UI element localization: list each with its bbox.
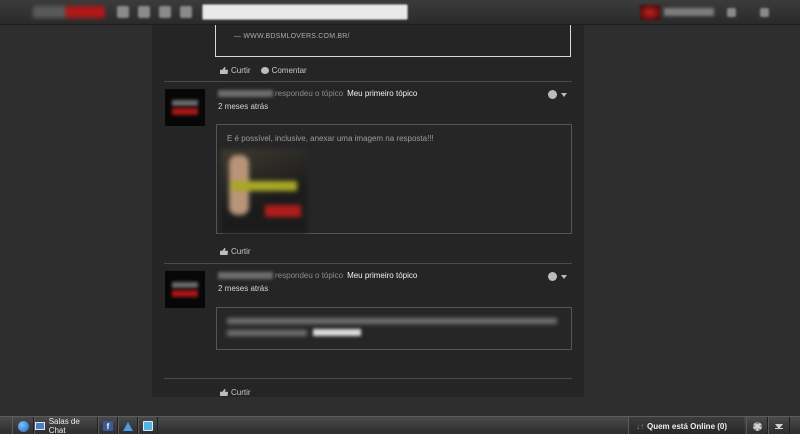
reply-tools xyxy=(548,90,567,99)
facebook-button[interactable]: f xyxy=(98,417,118,434)
like-button[interactable]: Curtir xyxy=(220,388,251,397)
menu-icon[interactable] xyxy=(760,8,769,17)
comment-label: Comentar xyxy=(271,66,307,75)
collapse-down-icon xyxy=(775,423,783,429)
search-box[interactable] xyxy=(202,4,408,20)
reply-header: respondeu o tópico Meu primeiro tópico xyxy=(218,271,417,280)
thumbs-up-icon xyxy=(220,67,228,74)
topic-column: — WWW.BDSMLOVERS.COM.BR/ Curtir Comentar… xyxy=(152,25,584,397)
divider xyxy=(164,81,572,82)
divider xyxy=(164,263,572,264)
gear-icon[interactable] xyxy=(548,90,557,99)
reply-actions: Curtir xyxy=(220,388,251,397)
reply-date: 2 meses atrás xyxy=(218,284,269,293)
reply-author[interactable] xyxy=(218,272,273,280)
reply-text: E é possível, inclusive, anexar uma imag… xyxy=(227,134,434,143)
reply-content-box xyxy=(216,307,572,350)
who-is-online-button[interactable]: ↓↑ Quem está Online (0) xyxy=(628,417,744,434)
reply-verb: respondeu o tópico xyxy=(275,89,344,98)
blurred-text-line xyxy=(227,330,307,336)
comment-button[interactable]: Comentar xyxy=(260,66,307,75)
like-label: Curtir xyxy=(231,66,251,75)
chat-rooms-button[interactable]: Salas de Chat xyxy=(34,417,98,434)
chat-bar: Salas de Chat f ↓↑ Quem está Online (0) xyxy=(0,416,800,434)
gear-icon xyxy=(752,421,762,431)
top-navigation-bar xyxy=(0,0,800,25)
blurred-highlight xyxy=(313,329,361,336)
reply-avatar[interactable] xyxy=(165,89,205,126)
twitter-icon xyxy=(143,421,153,431)
reply-verb: respondeu o tópico xyxy=(275,271,344,280)
site-logo[interactable] xyxy=(33,6,105,18)
blurred-text-line xyxy=(227,318,557,324)
nav-icon-4[interactable] xyxy=(180,6,192,18)
first-post-quote: — WWW.BDSMLOVERS.COM.BR/ xyxy=(234,33,350,40)
nav-icon-1[interactable] xyxy=(117,6,129,18)
chat-icon xyxy=(35,422,45,430)
reply-actions: Curtir xyxy=(220,247,251,256)
gear-icon[interactable] xyxy=(548,272,557,281)
first-post-content: — WWW.BDSMLOVERS.COM.BR/ xyxy=(215,25,571,57)
reply-tools xyxy=(548,272,567,281)
topic-link[interactable]: Meu primeiro tópico xyxy=(347,89,417,98)
chat-settings-button[interactable] xyxy=(746,417,768,434)
divider xyxy=(164,378,572,379)
chevron-down-icon[interactable] xyxy=(561,92,567,97)
like-label: Curtir xyxy=(231,388,251,397)
chevron-down-icon[interactable] xyxy=(561,274,567,279)
notifications-icon[interactable] xyxy=(727,8,736,17)
reply-content-box: E é possível, inclusive, anexar uma imag… xyxy=(216,124,572,234)
online-arrows-icon: ↓↑ xyxy=(636,421,644,431)
arrow-up-icon xyxy=(123,421,133,431)
facebook-icon: f xyxy=(103,421,113,431)
first-post-actions: Curtir Comentar xyxy=(220,66,307,75)
twitter-button[interactable] xyxy=(138,417,158,434)
thumbs-up-icon xyxy=(220,248,228,255)
nav-icon-2[interactable] xyxy=(138,6,150,18)
globe-icon xyxy=(17,420,29,432)
like-label: Curtir xyxy=(231,247,251,256)
chat-rooms-label: Salas de Chat xyxy=(48,417,80,434)
like-button[interactable]: Curtir xyxy=(220,66,251,75)
thumbs-up-icon xyxy=(220,389,228,396)
scroll-top-button[interactable] xyxy=(118,417,138,434)
collapse-bar-button[interactable] xyxy=(768,417,790,434)
reply-author[interactable] xyxy=(218,90,273,98)
reply-header: respondeu o tópico Meu primeiro tópico xyxy=(218,89,417,98)
user-avatar[interactable] xyxy=(640,5,660,20)
globe-button[interactable] xyxy=(12,417,34,434)
attached-image[interactable] xyxy=(221,149,307,233)
reply-avatar[interactable] xyxy=(165,271,205,308)
like-button[interactable]: Curtir xyxy=(220,247,251,256)
reply-date: 2 meses atrás xyxy=(218,102,269,111)
nav-icon-3[interactable] xyxy=(159,6,171,18)
who-is-online-label: Quem está Online (0) xyxy=(647,421,728,431)
user-name[interactable] xyxy=(664,8,714,16)
speech-bubble-icon xyxy=(260,67,269,74)
topic-link[interactable]: Meu primeiro tópico xyxy=(347,271,417,280)
search-input[interactable] xyxy=(203,5,407,19)
